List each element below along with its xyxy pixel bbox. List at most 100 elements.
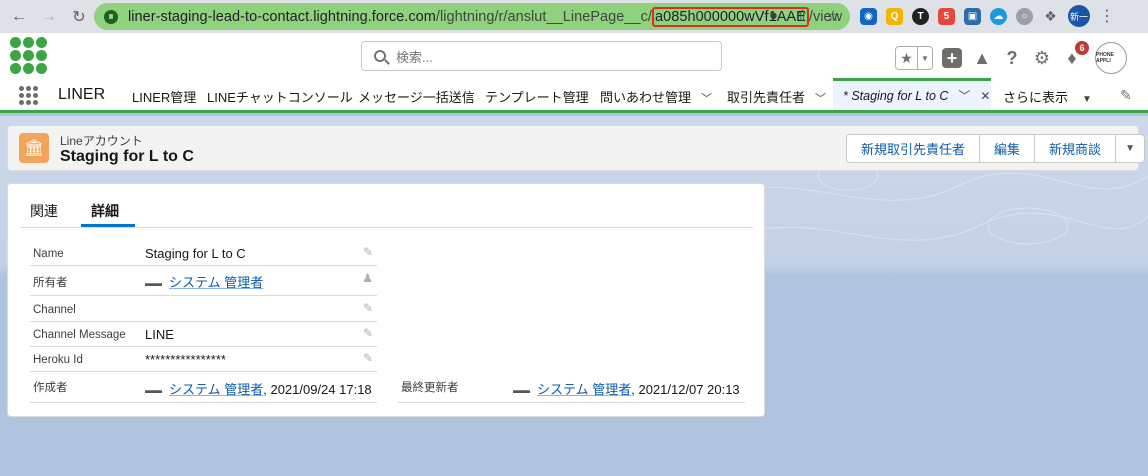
- app-launcher-icon[interactable]: [19, 86, 38, 105]
- new-opportunity-button[interactable]: 新規商談: [1035, 135, 1117, 162]
- lock-icon: [104, 9, 118, 24]
- field-value: ▬▬ システム 管理者, 2021/12/07 20:13: [513, 379, 740, 398]
- edit-pencil-icon[interactable]: ✎: [363, 351, 373, 365]
- share-icon[interactable]: ⇧: [796, 7, 809, 25]
- reload-icon[interactable]: ↻: [66, 4, 92, 30]
- nav-item-inquiry-admin[interactable]: 問いあわせ管理 ﹀: [600, 87, 712, 106]
- plus-icon: +: [942, 48, 962, 68]
- help-icon[interactable]: ?: [1001, 47, 1023, 69]
- new-contact-button[interactable]: 新規取引先責任者: [847, 135, 981, 162]
- tab-details[interactable]: 詳細: [91, 201, 119, 221]
- search-icon: [374, 50, 386, 62]
- field-value: ▬▬ システム 管理者, 2021/09/24 17:18: [145, 379, 372, 398]
- field-name: Name Staging for L to C ✎: [30, 242, 377, 266]
- search-placeholder: 検索...: [396, 49, 433, 65]
- forward-icon[interactable]: →: [36, 4, 62, 30]
- nav-item-contacts[interactable]: 取引先責任者 ﹀: [727, 87, 826, 106]
- nav-item-contacts-label: 取引先責任者: [727, 90, 806, 105]
- field-label: Name: [33, 248, 64, 260]
- chevron-down-icon[interactable]: ﹀: [958, 87, 970, 104]
- edit-button[interactable]: 編集: [980, 135, 1036, 162]
- user-icon: ▬▬: [145, 278, 162, 288]
- nav-item-bulk-message[interactable]: メッセージ一括送信: [358, 87, 475, 106]
- active-tab-label: * Staging for L to C: [843, 88, 949, 103]
- location-icon[interactable]: ●: [769, 7, 778, 25]
- nav-item-line-chat-console[interactable]: LINEチャットコンソール: [207, 87, 353, 106]
- field-label: Channel Message: [33, 329, 126, 341]
- user-icon: ▬▬: [513, 385, 530, 395]
- field-last-modified-by: 最終更新者 ▬▬ システム 管理者, 2021/12/07 20:13: [398, 373, 745, 403]
- user-avatar[interactable]: PHONE APPLI: [1095, 42, 1127, 74]
- more-actions-caret-icon[interactable]: ▼: [1116, 135, 1144, 162]
- edit-pencil-icon[interactable]: ✎: [363, 326, 373, 340]
- field-value: ▬▬ システム 管理者: [145, 272, 263, 291]
- bookmark-star-icon[interactable]: ☆: [827, 7, 840, 25]
- field-owner: 所有者 ▬▬ システム 管理者 ♟: [30, 268, 377, 296]
- url-text: liner-staging-lead-to-contact.lightning.…: [128, 6, 843, 27]
- field-label: Channel: [33, 304, 76, 316]
- field-value: LINE: [145, 327, 174, 342]
- profile-avatar[interactable]: 新一: [1068, 5, 1090, 27]
- field-channel: Channel ✎: [30, 298, 377, 322]
- app-logo-icon[interactable]: [10, 37, 47, 74]
- tab-related[interactable]: 関連: [30, 201, 58, 221]
- field-label: Heroku Id: [33, 354, 83, 366]
- nav-item-template-admin[interactable]: テンプレート管理: [485, 87, 589, 106]
- nav-more-label: さらに表示: [1003, 90, 1069, 105]
- address-bar[interactable]: liner-staging-lead-to-contact.lightning.…: [94, 3, 850, 30]
- extension-html-icon[interactable]: 5: [938, 7, 955, 25]
- field-label: 最終更新者: [401, 382, 459, 394]
- record-actions: 新規取引先責任者 編集 新規商談 ▼: [846, 134, 1146, 163]
- field-heroku-id: Heroku Id **************** ✎: [30, 348, 377, 372]
- global-header: 検索... ★ ▼ + ▲ ? ⚙ ♦ 6 PHONE APPLI: [0, 33, 1148, 78]
- close-icon[interactable]: ✕: [980, 89, 990, 103]
- back-icon[interactable]: ←: [6, 4, 32, 30]
- notifications-bell-icon[interactable]: ♦ 6: [1061, 41, 1089, 69]
- edit-nav-pencil-icon[interactable]: ✎: [1120, 87, 1132, 104]
- extension-eye-icon[interactable]: ◉: [860, 7, 877, 25]
- record-title: Staging for L to C: [60, 148, 194, 165]
- bank-building-icon: 🏛: [19, 133, 49, 163]
- global-actions-button[interactable]: +: [941, 47, 963, 69]
- created-date: , 2021/09/24 17:18: [263, 382, 372, 397]
- edit-pencil-icon[interactable]: ✎: [363, 245, 373, 259]
- extension-cloud-icon[interactable]: ☁: [990, 7, 1007, 25]
- field-created-by: 作成者 ▬▬ システム 管理者, 2021/09/24 17:18: [30, 373, 377, 403]
- notification-badge: 6: [1075, 41, 1089, 55]
- created-by-link[interactable]: システム 管理者: [169, 382, 263, 397]
- modified-by-link[interactable]: システム 管理者: [537, 382, 631, 397]
- field-value: ****************: [145, 352, 226, 367]
- nav-more-menu[interactable]: さらに表示 ▼: [1003, 87, 1092, 106]
- record-header: 🏛 Lineアカウント Staging for L to C 新規取引先責任者 …: [7, 125, 1146, 171]
- edit-pencil-icon[interactable]: ✎: [363, 301, 373, 315]
- record-tabs: 関連 詳細: [20, 184, 753, 228]
- field-channel-message: Channel Message LINE ✎: [30, 323, 377, 347]
- extension-screen-icon[interactable]: ▣: [964, 7, 981, 25]
- chevron-down-icon: ▼: [921, 53, 929, 63]
- global-search-input[interactable]: 検索...: [361, 41, 722, 71]
- field-value: Staging for L to C: [145, 246, 246, 261]
- extensions-puzzle-icon[interactable]: ❖: [1042, 8, 1059, 25]
- tab-staging-record[interactable]: * Staging for L to C ﹀ ✕: [833, 78, 991, 110]
- owner-link[interactable]: システム 管理者: [169, 275, 263, 290]
- record-detail-card: 関連 詳細 Name Staging for L to C ✎ 所有者 ▬▬ シス…: [7, 183, 765, 417]
- setup-gear-icon[interactable]: ⚙: [1031, 47, 1053, 69]
- extension-t-icon[interactable]: T: [912, 7, 929, 25]
- app-nav-bar: LINER LINER管理 LINEチャットコンソール メッセージ一括送信 テン…: [0, 78, 1148, 113]
- nav-item-liner-admin[interactable]: LINER管理: [132, 87, 196, 106]
- field-label: 所有者: [33, 277, 68, 289]
- modified-date: , 2021/12/07 20:13: [631, 382, 740, 397]
- caret-down-icon: ▼: [1082, 94, 1092, 105]
- nav-item-inquiry-label: 問いあわせ管理: [600, 90, 692, 105]
- extension-circle-icon[interactable]: ○: [1016, 7, 1033, 25]
- browser-toolbar: ← → ↻ liner-staging-lead-to-contact.ligh…: [0, 0, 1148, 33]
- user-icon: ▬▬: [145, 385, 162, 395]
- guidance-center-icon[interactable]: ▲: [971, 47, 993, 69]
- chevron-down-icon[interactable]: ﹀: [815, 93, 826, 105]
- favorites-button[interactable]: ★ ▼: [895, 46, 933, 70]
- change-owner-icon[interactable]: ♟: [362, 271, 373, 285]
- app-name: LINER: [58, 86, 106, 103]
- extension-search-icon[interactable]: Q: [886, 7, 903, 25]
- browser-menu-icon[interactable]: ⋮: [1099, 6, 1115, 26]
- chevron-down-icon[interactable]: ﹀: [701, 93, 712, 105]
